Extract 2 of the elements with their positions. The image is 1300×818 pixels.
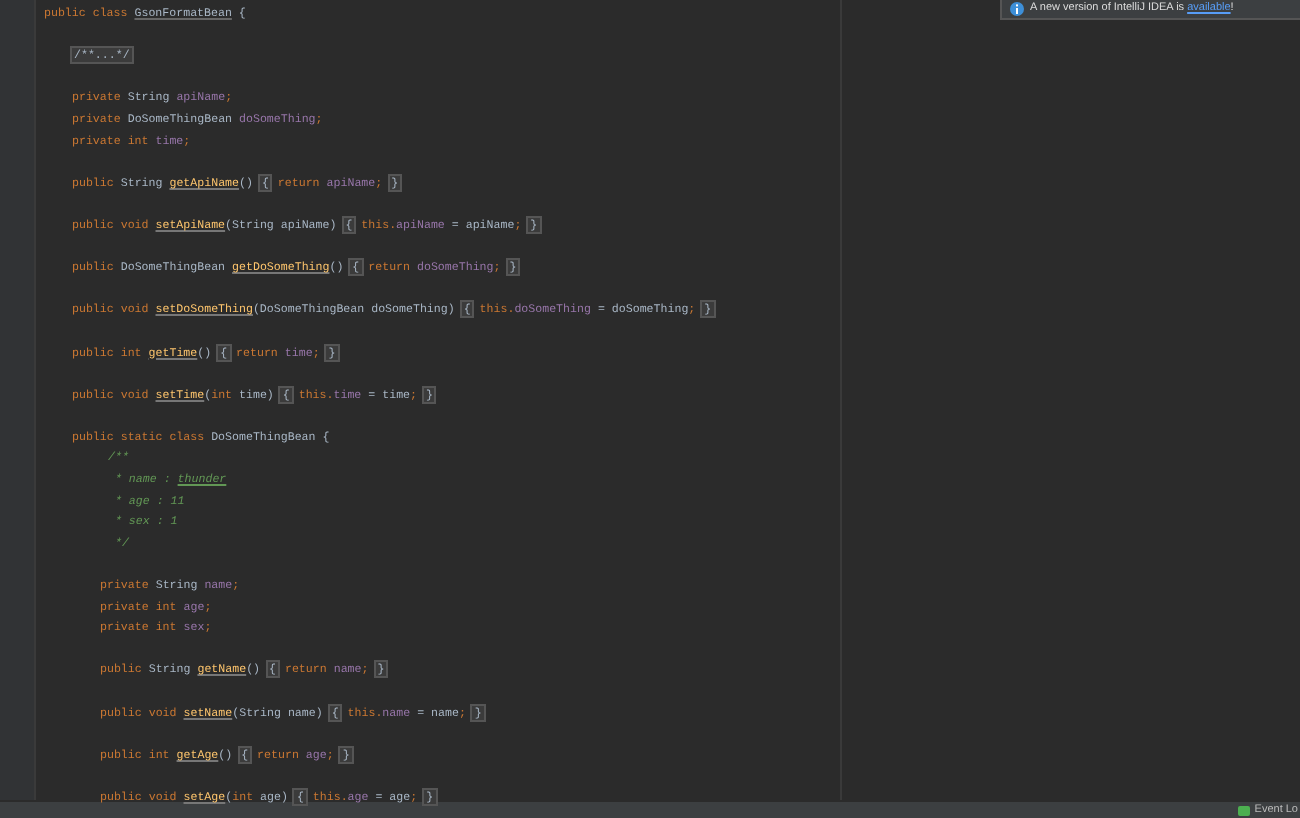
info-icon [1010,2,1024,16]
event-log-icon[interactable] [1238,805,1251,815]
